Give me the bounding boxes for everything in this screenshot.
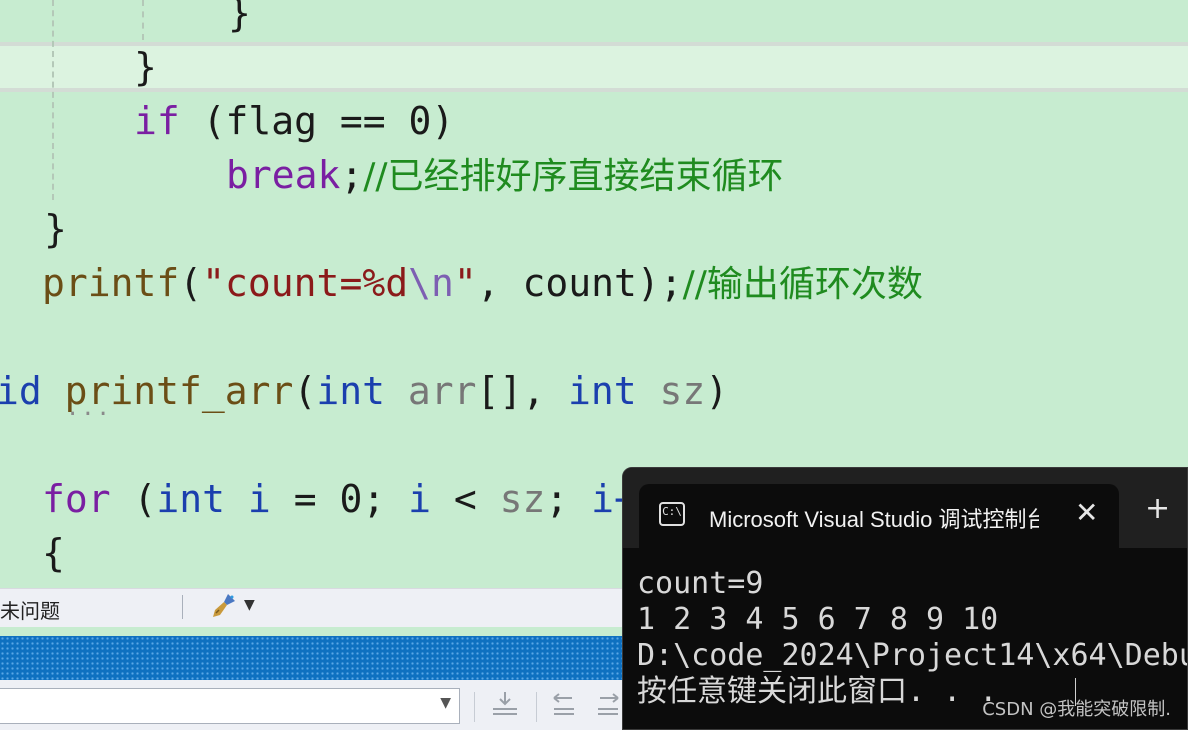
separator — [536, 692, 537, 722]
brace-token: } — [228, 0, 251, 35]
terminal-tab-strip: C:\ Microsoft Visual Studio 调试控制台 ✕ + — [623, 468, 1187, 548]
code-token: , count); — [476, 261, 683, 305]
code-line[interactable]: } — [134, 40, 157, 94]
code-token: ) — [705, 369, 729, 413]
code-token: ; — [545, 477, 592, 521]
variable-token: i — [408, 477, 431, 521]
current-line-highlight — [0, 42, 1188, 92]
output-panel-header — [0, 636, 630, 680]
type-token: id — [0, 369, 42, 413]
terminal-output-line: D:\code_2024\Project14\x64\Debug — [637, 638, 1188, 673]
code-line[interactable]: for (int i = 0; i < sz; i+ — [42, 472, 637, 526]
close-icon[interactable]: ✕ — [1075, 496, 1098, 529]
separator — [474, 692, 475, 722]
chevron-down-icon: ▼ — [440, 695, 451, 711]
code-token: ( — [293, 369, 317, 413]
terminal-output-line: 1 2 3 4 5 6 7 8 9 10 — [637, 602, 999, 637]
codelens-dots[interactable]: ··· — [66, 402, 112, 427]
keyword-token: if — [134, 99, 180, 143]
brace-token: { — [42, 531, 65, 575]
output-toolbar: ▼ — [0, 680, 630, 730]
issues-indicator[interactable]: 未问题 — [0, 595, 60, 624]
code-token: ( — [110, 477, 157, 521]
code-line[interactable]: } — [44, 202, 67, 256]
chevron-down-icon[interactable]: ▼ — [244, 597, 255, 613]
code-token: ( — [179, 261, 203, 305]
debug-console-window[interactable]: C:\ Microsoft Visual Studio 调试控制台 ✕ + co… — [622, 467, 1188, 730]
terminal-output-line: 按任意键关闭此窗口. . . — [637, 674, 998, 709]
code-line[interactable]: break;//已经排好序直接结束循环 — [226, 148, 784, 202]
type-token: int — [568, 369, 637, 413]
code-line[interactable]: if (flag == 0) — [134, 94, 454, 148]
comment-token: //已经排好序直接结束循环 — [363, 156, 784, 197]
string-token: "count=%d — [202, 261, 409, 305]
editor-status-bar: 未问题 ▼ — [0, 588, 630, 627]
parameter-token: sz — [499, 477, 546, 521]
keyword-token: break — [226, 153, 341, 197]
type-token: int — [156, 477, 226, 521]
parameter-token: sz — [659, 369, 706, 413]
keyword-token: for — [42, 477, 111, 521]
code-token: (flag == 0) — [179, 99, 455, 143]
brace-token: } — [44, 207, 67, 251]
code-line[interactable]: { — [42, 526, 65, 580]
next-message-icon[interactable] — [594, 690, 622, 724]
escape-token: \n — [408, 261, 454, 305]
indent-guide — [52, 0, 54, 200]
string-token: " — [453, 261, 477, 305]
watermark: CSDN @我能突破限制. — [982, 699, 1171, 720]
code-token: = 0; — [270, 477, 409, 521]
brace-token: } — [134, 45, 157, 89]
terminal-output-line: count=9 — [637, 566, 764, 601]
comment-token: //输出循环次数 — [682, 264, 923, 305]
code-line[interactable]: printf("count=%d\n", count);//输出循环次数 — [42, 256, 923, 310]
code-token: [], — [476, 369, 569, 413]
variable-token: i — [225, 477, 271, 521]
console-icon: C:\ — [659, 502, 685, 526]
terminal-tab-title: Microsoft Visual Studio 调试控制台 — [709, 507, 1039, 532]
output-source-dropdown[interactable]: ▼ — [0, 688, 460, 724]
code-token: < — [430, 477, 500, 521]
parameter-token: arr — [407, 369, 477, 413]
prev-message-icon[interactable] — [550, 690, 578, 724]
find-message-icon[interactable] — [490, 690, 520, 724]
indent-guide — [142, 0, 144, 40]
new-tab-button[interactable]: + — [1145, 494, 1170, 524]
separator — [182, 595, 183, 619]
broom-icon[interactable] — [210, 591, 238, 625]
type-token: int — [316, 369, 385, 413]
function-token: printf — [42, 261, 180, 305]
terminal-tab[interactable]: C:\ Microsoft Visual Studio 调试控制台 ✕ — [639, 484, 1119, 548]
code-token: ; — [340, 153, 364, 197]
code-line[interactable]: } — [228, 0, 251, 40]
